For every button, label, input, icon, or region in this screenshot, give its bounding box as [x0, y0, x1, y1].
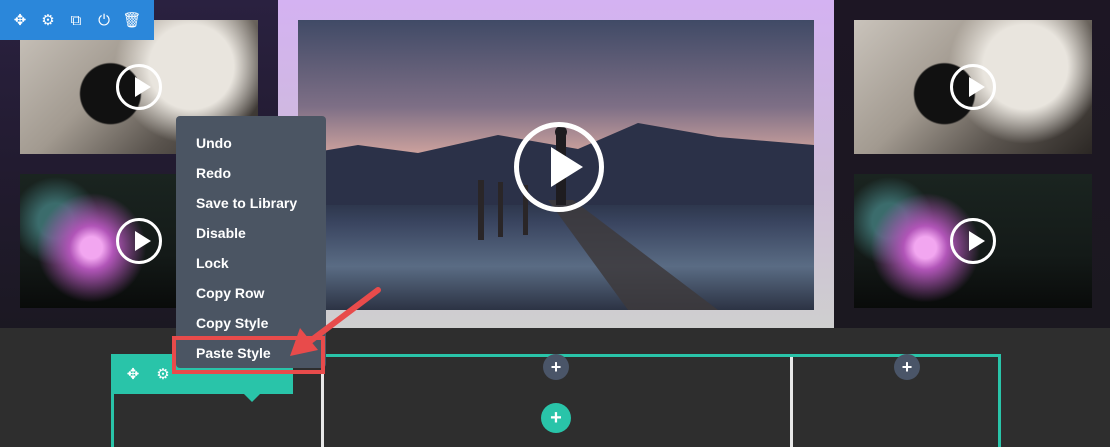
menu-item-copy-style[interactable]: Copy Style	[176, 308, 326, 338]
add-row-button[interactable]: +	[541, 403, 571, 433]
menu-item-undo[interactable]: Undo	[176, 128, 326, 158]
gear-icon[interactable]: ⚙	[153, 364, 173, 384]
video-thumbnail-concert-right[interactable]	[854, 174, 1092, 308]
right-column	[834, 0, 1110, 328]
play-icon[interactable]	[514, 122, 604, 212]
power-icon[interactable]: ⏻	[94, 10, 114, 30]
menu-item-redo[interactable]: Redo	[176, 158, 326, 188]
menu-item-copy-row[interactable]: Copy Row	[176, 278, 326, 308]
gear-icon[interactable]: ⚙	[38, 10, 58, 30]
column-divider	[790, 357, 793, 447]
main-video-pier-sunset[interactable]	[298, 20, 814, 310]
play-icon[interactable]	[950, 218, 996, 264]
play-icon[interactable]	[950, 64, 996, 110]
video-thumbnail-camera-right[interactable]	[854, 20, 1092, 154]
play-icon[interactable]	[116, 218, 162, 264]
menu-item-lock[interactable]: Lock	[176, 248, 326, 278]
move-icon[interactable]: ✥	[123, 364, 143, 384]
add-module-button[interactable]: +	[894, 354, 920, 380]
move-icon[interactable]: ✥	[10, 10, 30, 30]
duplicate-icon[interactable]: ⧉	[66, 10, 86, 30]
section-toolbar: ✥ ⚙ ⧉ ⏻ 🗑	[0, 0, 154, 40]
menu-item-save-to-library[interactable]: Save to Library	[176, 188, 326, 218]
add-module-button[interactable]: +	[543, 354, 569, 380]
context-menu: Undo Redo Save to Library Disable Lock C…	[176, 116, 326, 368]
play-icon[interactable]	[116, 64, 162, 110]
highlight-box	[172, 336, 325, 374]
menu-item-disable[interactable]: Disable	[176, 218, 326, 248]
trash-icon[interactable]: 🗑	[122, 10, 142, 30]
video-section	[0, 0, 1110, 328]
